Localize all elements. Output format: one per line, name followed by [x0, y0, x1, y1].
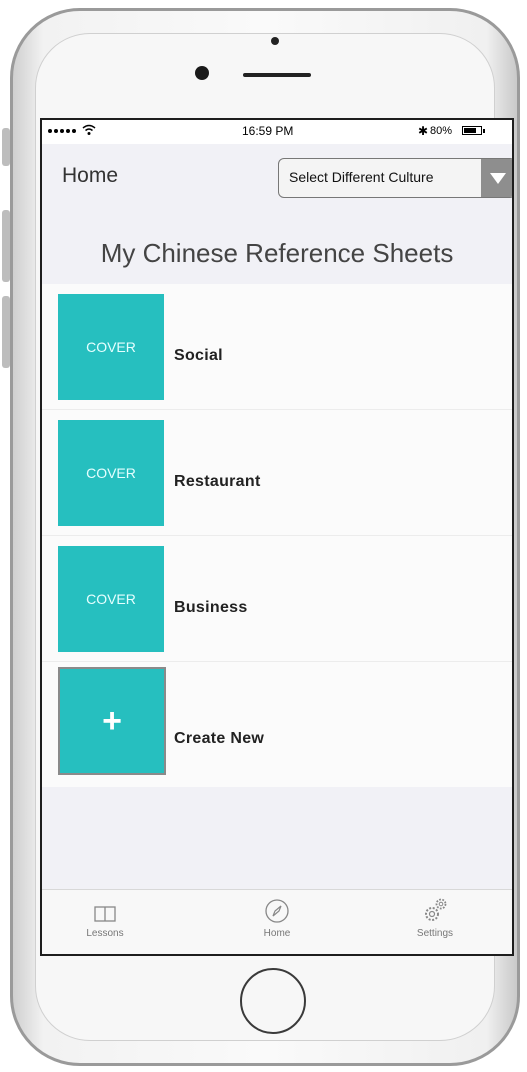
- compass-icon: [265, 899, 289, 923]
- wifi-icon: [82, 124, 96, 135]
- mute-switch: [2, 128, 10, 166]
- cover-thumbnail: COVER: [58, 420, 164, 526]
- status-time: 16:59 PM: [242, 124, 294, 138]
- chevron-down-icon: [481, 159, 512, 197]
- signal-icon: [48, 129, 76, 133]
- sheet-label: Business: [174, 599, 248, 616]
- battery-percent: 80%: [430, 125, 453, 137]
- page-title: My Chinese Reference Sheets: [100, 238, 454, 268]
- battery-icon: [462, 126, 485, 135]
- nav-bar: Home Select Different Culture: [42, 144, 512, 204]
- volume-down-button: [2, 296, 10, 368]
- tab-home[interactable]: Home: [232, 896, 322, 939]
- status-bar: 16:59 PM ✱ 80%: [42, 120, 512, 144]
- phone-screen: 16:59 PM ✱ 80% Home Select Different Cul…: [40, 118, 514, 956]
- create-new-label: Create New: [174, 730, 265, 747]
- front-camera: [195, 66, 209, 80]
- sheet-label: Restaurant: [174, 473, 261, 490]
- volume-up-button: [2, 210, 10, 282]
- gears-icon: [425, 898, 447, 921]
- add-icon: +: [58, 667, 166, 775]
- earpiece-speaker: [243, 73, 311, 77]
- culture-select[interactable]: Select Different Culture: [278, 158, 512, 198]
- tab-lessons-label: Lessons: [86, 928, 124, 939]
- tab-settings-label: Settings: [416, 928, 454, 939]
- sheet-item-social[interactable]: COVER Social: [42, 284, 512, 410]
- cover-thumbnail: COVER: [58, 546, 164, 652]
- home-button[interactable]: [240, 968, 306, 1034]
- battery-level: [464, 128, 476, 133]
- tab-bar: Lessons Home Settings: [42, 889, 512, 954]
- sheet-list: COVER Social COVER Restaurant COVER Busi…: [42, 284, 512, 787]
- tab-settings[interactable]: Settings: [390, 896, 480, 939]
- sheet-item-business[interactable]: COVER Business: [42, 536, 512, 662]
- tab-home-label: Home: [263, 928, 291, 939]
- plus-icon: +: [102, 701, 122, 740]
- sheet-label: Social: [174, 347, 223, 364]
- nav-title: Home: [62, 164, 119, 187]
- sheet-item-restaurant[interactable]: COVER Restaurant: [42, 410, 512, 536]
- bluetooth-icon: ✱: [418, 124, 429, 138]
- book-icon: [94, 906, 116, 922]
- cover-thumbnail: COVER: [58, 294, 164, 400]
- proximity-sensor: [271, 37, 279, 45]
- tab-lessons[interactable]: Lessons: [60, 896, 150, 939]
- culture-select-label: Select Different Culture: [289, 169, 434, 185]
- create-new-item[interactable]: + Create New: [42, 662, 512, 787]
